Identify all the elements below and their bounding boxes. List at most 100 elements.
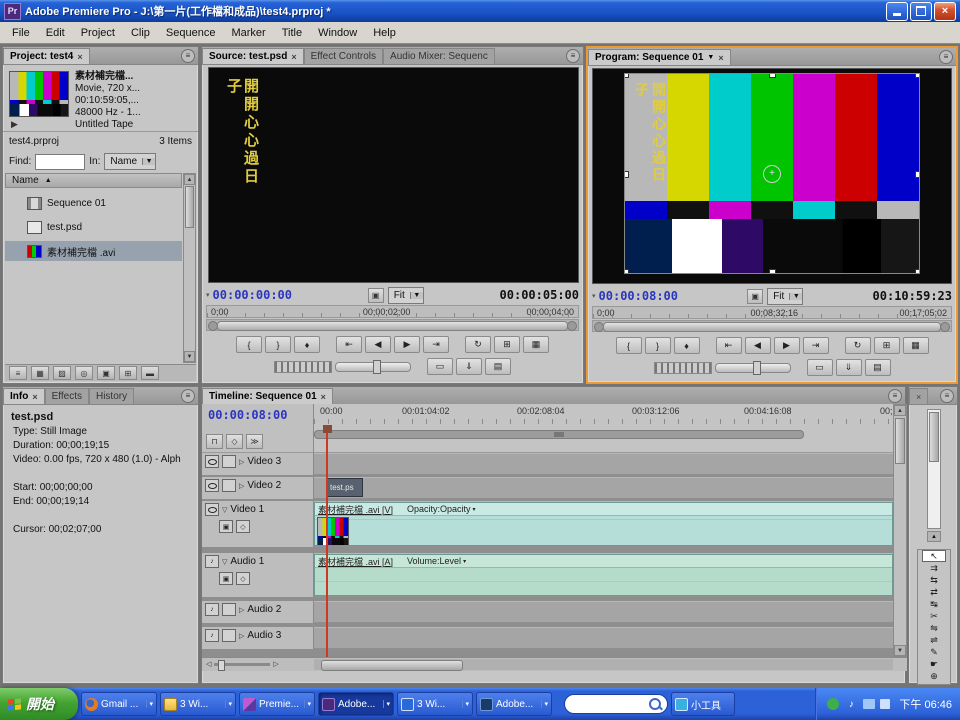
jog-control[interactable] [274, 361, 332, 373]
track-content[interactable]: test.ps [314, 477, 893, 499]
show-keyframes-icon[interactable]: ◇ [236, 520, 250, 533]
name-column-header[interactable]: Name ▲ [5, 173, 182, 188]
play-button[interactable]: ▶ [394, 336, 420, 353]
shuttle-control[interactable] [335, 362, 411, 372]
collapse-icon[interactable]: ▽ [222, 506, 227, 514]
tab-timeline[interactable]: Timeline: Sequence 01 × [202, 388, 333, 404]
display-tray-icon[interactable] [863, 699, 875, 709]
selection-handle[interactable] [625, 269, 629, 273]
menu-project[interactable]: Project [73, 25, 123, 41]
scroll-up-icon[interactable]: ▲ [894, 405, 906, 416]
tab-source[interactable]: Source: test.psd × [202, 48, 304, 64]
collapse-icon[interactable]: ▽ [222, 558, 227, 566]
volume-rubber-band[interactable] [315, 581, 892, 582]
shuttle-control[interactable] [715, 363, 791, 373]
timecode-menu-icon[interactable]: ▾ [592, 292, 596, 300]
hscroll-thumb[interactable] [321, 660, 463, 671]
zoom-slider[interactable] [214, 663, 270, 666]
new-bin-icon[interactable]: ▣ [97, 366, 115, 380]
scrollbar-thumb[interactable] [895, 418, 905, 464]
taskbar-button-adobe-premiere[interactable]: Adobe... ▾ [318, 692, 394, 716]
tab-collapsed[interactable]: × [909, 388, 928, 404]
clip-test-psd[interactable]: test.ps [327, 478, 363, 497]
output-button[interactable]: ▦ [903, 337, 929, 354]
speaker-icon[interactable]: ♪ [205, 629, 219, 642]
project-row-avi[interactable]: 素材補完檔 .avi [5, 241, 182, 261]
scroll-up-icon[interactable]: ▲ [927, 531, 941, 542]
program-ruler[interactable]: 0;00 00;08;32;16 00;17;05;02 [592, 306, 952, 319]
track-content[interactable] [314, 627, 893, 649]
collapse-icon[interactable]: ▷ [239, 482, 244, 490]
step-forward-button[interactable]: ⇥ [423, 336, 449, 353]
clip-video-avi[interactable]: 素材補完檔 .avi [V] Opacity:Opacity ▾ [314, 502, 893, 546]
minimize-button[interactable] [886, 2, 908, 21]
taskbar-button-gadgets[interactable]: 小工具 [671, 692, 735, 716]
icon-view-icon[interactable]: ▦ [31, 366, 49, 380]
ripple-edit-tool[interactable]: ⇆ [922, 574, 946, 586]
overwrite-button[interactable]: ⇓ [456, 358, 482, 375]
collapse-icon[interactable]: ▷ [239, 458, 244, 466]
menu-sequence[interactable]: Sequence [158, 25, 224, 41]
set-marker-button[interactable]: ♦ [674, 337, 700, 354]
tab-info[interactable]: Info × [3, 388, 45, 404]
slide-tool[interactable]: ⇌ [922, 634, 946, 646]
playhead-line[interactable] [326, 433, 328, 657]
more-options-button[interactable]: ≫ [246, 434, 263, 449]
set-in-point-button[interactable]: { [616, 337, 642, 354]
toggle-track-output-icon[interactable] [205, 479, 219, 492]
set-in-point-button[interactable]: { [236, 336, 262, 353]
toggle-track-output-icon[interactable] [205, 455, 219, 468]
taskbar-button-windows-1[interactable]: 3 Wi... ▾ [160, 692, 236, 716]
clip-effect-dropdown[interactable]: Opacity:Opacity ▾ [407, 504, 476, 514]
speaker-icon[interactable]: ♪ [205, 555, 219, 568]
group-expand-icon[interactable]: ▾ [304, 700, 311, 708]
go-to-in-button[interactable]: ⇤ [336, 336, 362, 353]
export-frame-button[interactable]: ▤ [485, 358, 511, 375]
menu-marker[interactable]: Marker [223, 25, 273, 41]
set-display-style-icon[interactable]: ▣ [219, 572, 233, 585]
zoom-handle-right[interactable] [567, 321, 577, 331]
tab-effects[interactable]: Effects [45, 388, 89, 404]
track-content[interactable]: 素材補完檔 .avi [A] Volume:Level ▾ [314, 553, 893, 597]
tab-close-icon[interactable]: × [916, 392, 921, 402]
tab-close-icon[interactable]: × [77, 52, 82, 62]
extract-button[interactable]: ⇓ [836, 359, 862, 376]
lift-button[interactable]: ▭ [807, 359, 833, 376]
toggle-track-lock-icon[interactable] [222, 479, 236, 492]
source-current-timecode[interactable]: 00:00:00:00 [213, 288, 292, 302]
selection-handle[interactable] [915, 269, 919, 273]
panel-menu-button[interactable]: ≡ [940, 389, 954, 403]
selection-handle[interactable] [915, 171, 919, 178]
collapse-icon[interactable]: ▷ [239, 606, 244, 614]
zoom-out-icon[interactable]: ◁ [206, 660, 211, 668]
opacity-rubber-band[interactable] [315, 519, 892, 520]
tab-history[interactable]: History [89, 388, 134, 404]
step-back-button[interactable]: ◀ [365, 336, 391, 353]
jog-control[interactable] [654, 362, 712, 374]
preview-play-button[interactable]: ▶ [11, 119, 18, 130]
track-content[interactable] [314, 453, 893, 475]
toggle-track-output-icon[interactable] [205, 503, 219, 516]
export-frame-button[interactable]: ▤ [865, 359, 891, 376]
list-view-icon[interactable]: ≡ [9, 366, 27, 380]
pen-tool[interactable]: ✎ [922, 646, 946, 658]
track-content[interactable] [314, 601, 893, 623]
scrollbar-thumb[interactable] [185, 186, 194, 228]
play-button[interactable]: ▶ [774, 337, 800, 354]
timeline-ruler[interactable]: 00:00 00:01:04:02 00:02:08:04 00:03:12:0… [314, 404, 893, 453]
go-to-in-button[interactable]: ⇤ [716, 337, 742, 354]
razor-tool[interactable]: ✂ [922, 610, 946, 622]
source-ruler[interactable]: 0;00 00;00;02;00 00;00;04;00 [206, 305, 579, 318]
new-item-icon[interactable]: ⊞ [119, 366, 137, 380]
snap-button[interactable]: ⊓ [206, 434, 223, 449]
chevron-down-icon[interactable]: ▼ [707, 54, 714, 61]
set-out-point-button[interactable]: } [265, 336, 291, 353]
close-button[interactable]: × [934, 2, 956, 21]
zoom-tool[interactable]: ⊕ [922, 670, 946, 682]
taskbar-button-gmail[interactable]: Gmail ... ▾ [81, 692, 157, 716]
zoom-handle-right[interactable] [940, 322, 950, 332]
panel-menu-button[interactable]: ≡ [181, 389, 195, 403]
start-button[interactable]: 開始 [0, 688, 78, 720]
panel-menu-button[interactable]: ≡ [888, 389, 902, 403]
antivirus-tray-icon[interactable] [827, 698, 839, 710]
